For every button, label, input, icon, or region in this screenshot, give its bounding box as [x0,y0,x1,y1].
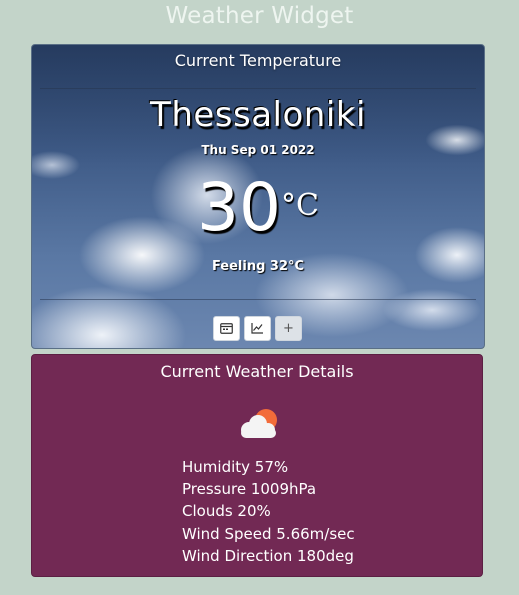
weather-details-list: Humidity 57% Pressure 1009hPa Clouds 20%… [182,456,355,567]
temperature-value: 30 [197,169,281,246]
app-title: Weather Widget [165,3,354,29]
chart-button[interactable] [244,316,271,341]
card-toolbar: + [213,316,302,341]
weather-details-heading: Current Weather Details [160,362,354,381]
wind-speed: Wind Speed 5.66m/sec [182,524,355,543]
feels-like: Feeling 32°C [211,259,305,274]
line-chart-icon [251,319,264,338]
city-name: Thessaloniki [150,95,366,135]
calendar-button[interactable] [213,316,240,341]
current-temperature-heading: Current Temperature [174,51,342,70]
clouds: Clouds 20% [182,502,271,521]
temperature-unit: °C [281,188,319,223]
add-button[interactable]: + [275,316,302,341]
divider [40,88,476,89]
temperature-display: 30°C [32,168,484,248]
weather-details-card: Current Weather Details Humidity 57% Pre… [31,354,483,577]
humidity: Humidity 57% [182,458,289,476]
current-temperature-card: Current Temperature Thessaloniki Thu Sep… [31,44,485,349]
wind-direction: Wind Direction 180deg [182,546,354,565]
current-date: Thu Sep 01 2022 [201,143,315,157]
calendar-icon [220,319,233,338]
partly-cloudy-icon [236,407,282,439]
divider [40,299,476,300]
pressure: Pressure 1009hPa [182,480,317,499]
